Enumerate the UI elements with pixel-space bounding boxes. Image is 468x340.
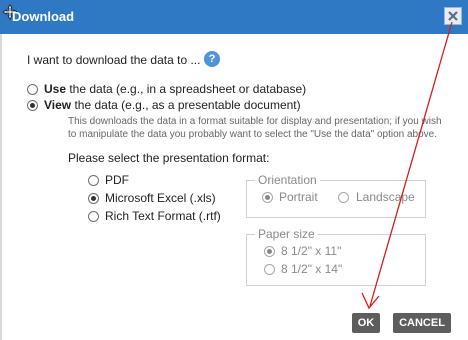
- close-button[interactable]: [444, 7, 462, 25]
- format-rtf-radio[interactable]: [88, 211, 99, 222]
- use-data-label-text: the data (e.g., in a spreadsheet or data…: [66, 82, 307, 96]
- orientation-landscape-radio[interactable]: [338, 192, 349, 203]
- view-data-label-text: the data (e.g., as a presentable documen…: [71, 98, 301, 112]
- view-data-label-bold: View: [44, 98, 72, 112]
- format-pdf-label[interactable]: PDF: [105, 173, 129, 187]
- orientation-legend: Orientation: [255, 173, 320, 187]
- dialog-left-border: [0, 34, 2, 340]
- paper-legal-label[interactable]: 8 1/2" x 14": [281, 262, 342, 276]
- paper-size-group: [246, 234, 426, 286]
- use-data-label-bold: Use: [44, 82, 67, 96]
- intro-text: I want to download the data to ...: [27, 53, 201, 67]
- close-icon: [448, 11, 458, 21]
- orientation-portrait-label[interactable]: Portrait: [279, 190, 318, 204]
- view-data-label[interactable]: View the data (e.g., as a presentable do…: [44, 98, 301, 112]
- cancel-button[interactable]: CANCEL: [393, 313, 451, 333]
- format-xls-label[interactable]: Microsoft Excel (.xls): [105, 191, 216, 205]
- orientation-landscape-label[interactable]: Landscape: [356, 190, 415, 204]
- use-data-label[interactable]: Use the data (e.g., in a spreadsheet or …: [44, 82, 306, 96]
- paper-letter-radio[interactable]: [264, 246, 275, 257]
- paper-legal-radio[interactable]: [264, 264, 275, 275]
- orientation-portrait-radio[interactable]: [262, 192, 273, 203]
- help-icon[interactable]: ?: [204, 51, 220, 67]
- format-xls-radio[interactable]: [88, 193, 99, 204]
- format-label: Please select the presentation format:: [68, 151, 270, 165]
- paper-letter-label[interactable]: 8 1/2" x 11": [281, 244, 341, 258]
- dialog-title: Download: [12, 9, 75, 24]
- format-rtf-label[interactable]: Rich Text Format (.rtf): [105, 209, 221, 223]
- view-data-description: This downloads the data in a format suit…: [68, 116, 442, 140]
- annotation-arrow: [361, 21, 453, 310]
- use-data-radio[interactable]: [27, 84, 38, 95]
- format-pdf-radio[interactable]: [88, 175, 99, 186]
- ok-button[interactable]: OK: [352, 313, 380, 333]
- dialog-title-bar[interactable]: Download: [0, 0, 468, 34]
- view-data-radio[interactable]: [27, 100, 38, 111]
- paper-size-legend: Paper size: [255, 227, 318, 241]
